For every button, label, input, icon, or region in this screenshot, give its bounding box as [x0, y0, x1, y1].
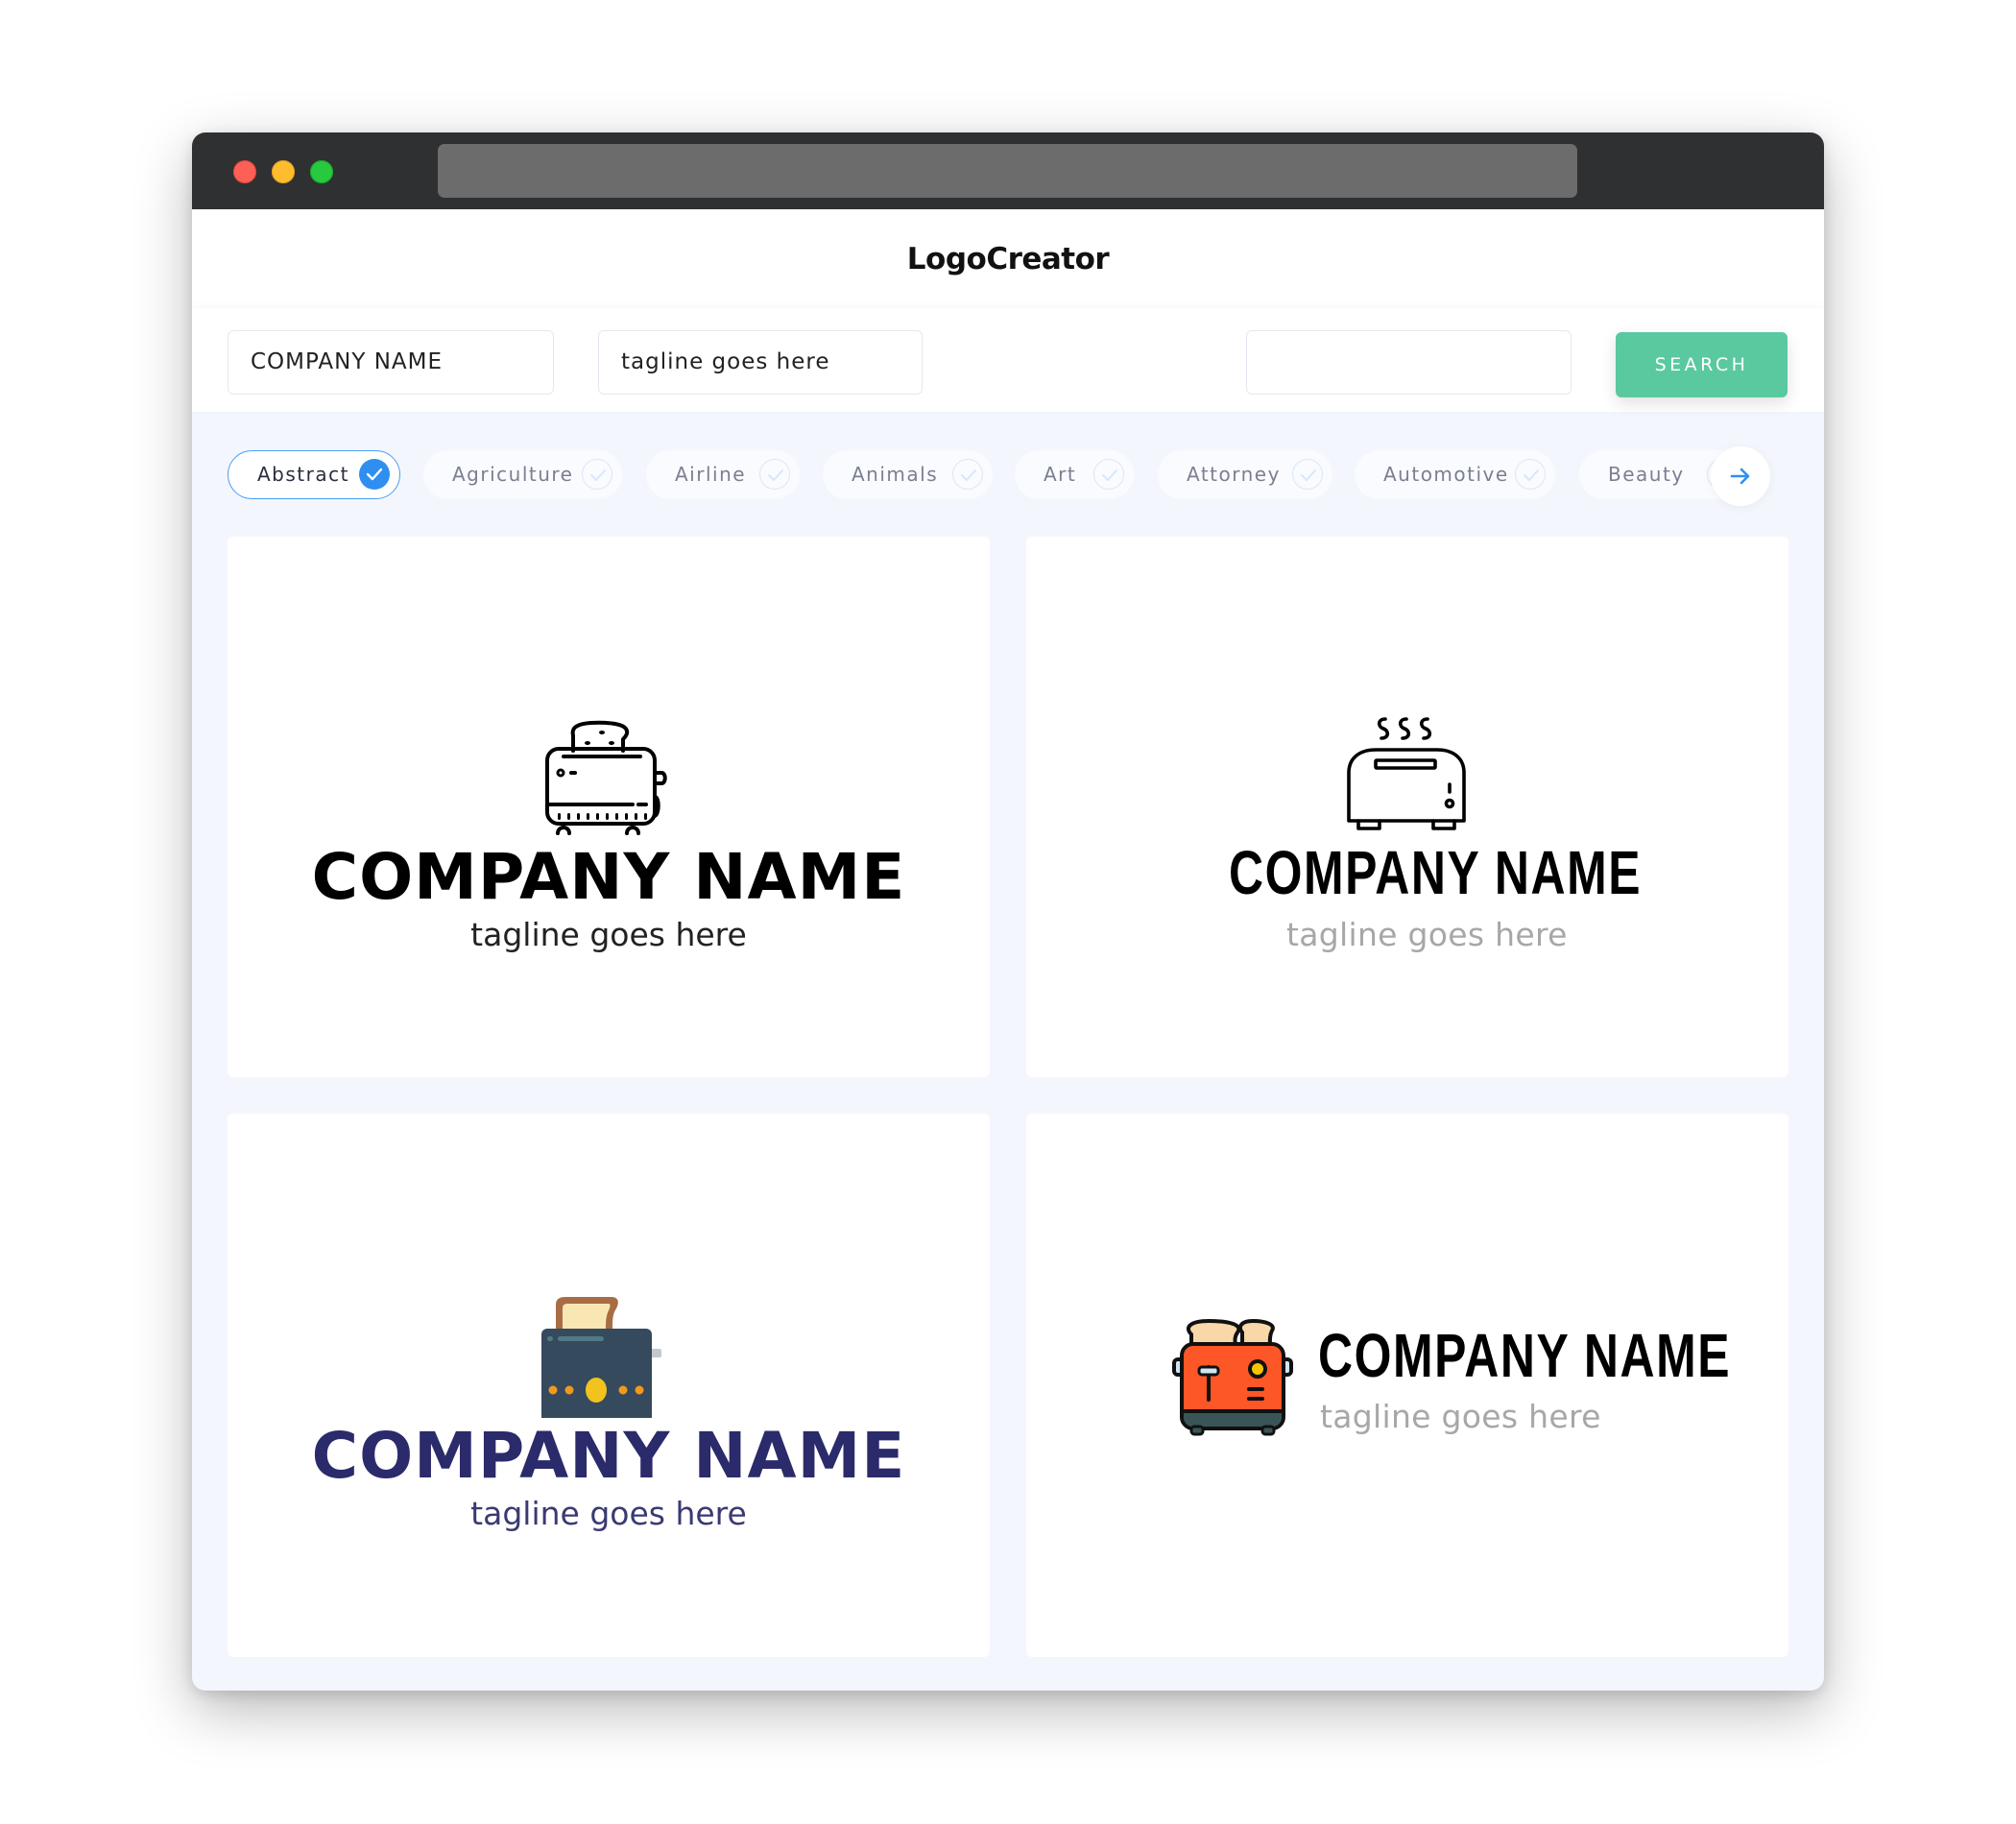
logo-company-name: COMPANY NAME: [1229, 838, 1643, 907]
address-bar[interactable]: [438, 144, 1577, 198]
check-icon: [1093, 459, 1124, 490]
toaster-flat-navy-icon: [540, 1293, 664, 1423]
search-button[interactable]: SEARCH: [1616, 332, 1788, 397]
check-icon: [359, 459, 390, 490]
check-icon: [1292, 459, 1323, 490]
logo-tagline: tagline goes here: [470, 916, 747, 953]
company-name-input[interactable]: COMPANY NAME: [228, 330, 554, 395]
browser-titlebar: [192, 132, 1824, 209]
logo-company-name: COMPANY NAME: [1318, 1321, 1732, 1390]
logo-tagline: tagline goes here: [1320, 1398, 1601, 1435]
category-chip-label: Animals: [852, 463, 939, 486]
category-chip-label: Attorney: [1187, 463, 1281, 486]
steaming-toaster-outline-icon: [1347, 715, 1467, 841]
check-icon: [1515, 459, 1546, 490]
tagline-input[interactable]: tagline goes here: [598, 330, 923, 395]
category-chip-attorney[interactable]: Attorney: [1158, 450, 1332, 499]
maximize-window-button[interactable]: [310, 160, 333, 183]
category-filter-bar: Abstract Agriculture Airline Animals Art…: [192, 412, 1824, 513]
logo-card[interactable]: COMPANY NAME tagline goes here: [1026, 537, 1788, 1077]
toaster-red-filled-icon: [1170, 1317, 1295, 1442]
check-icon: [952, 459, 983, 490]
keyword-input[interactable]: [1246, 330, 1572, 395]
check-icon: [759, 459, 790, 490]
category-chip-label: Automotive: [1383, 463, 1509, 486]
toaster-outline-icon: [544, 720, 669, 840]
category-chip-automotive[interactable]: Automotive: [1355, 450, 1555, 499]
category-chip-animals[interactable]: Animals: [823, 450, 993, 499]
category-chip-label: Abstract: [257, 463, 349, 486]
logo-card[interactable]: COMPANY NAME tagline goes here: [1026, 1114, 1788, 1657]
scroll-categories-right-button[interactable]: [1711, 446, 1770, 506]
category-chip-art[interactable]: Art: [1015, 450, 1134, 499]
category-chip-agriculture[interactable]: Agriculture: [423, 450, 622, 499]
search-bar: COMPANY NAME tagline goes here SEARCH: [192, 308, 1824, 412]
app-header: LogoCreator: [192, 209, 1824, 308]
browser-window: LogoCreator COMPANY NAME tagline goes he…: [192, 132, 1824, 1691]
category-chip-abstract[interactable]: Abstract: [228, 450, 400, 499]
category-chip-label: Airline: [675, 463, 747, 486]
category-chip-label: Beauty: [1608, 463, 1685, 486]
logo-card[interactable]: COMPANY NAME tagline goes here: [228, 537, 990, 1077]
minimize-window-button[interactable]: [272, 160, 295, 183]
brand-logo[interactable]: LogoCreator: [192, 242, 1824, 276]
category-chip-label: Art: [1044, 463, 1077, 486]
logo-tagline: tagline goes here: [470, 1495, 747, 1532]
check-icon: [582, 459, 612, 490]
logo-tagline: tagline goes here: [1286, 916, 1568, 953]
category-chip-airline[interactable]: Airline: [646, 450, 800, 499]
category-chip-label: Agriculture: [452, 463, 574, 486]
logo-company-name: COMPANY NAME: [311, 1419, 906, 1493]
logo-company-name: COMPANY NAME: [311, 840, 906, 914]
logo-card[interactable]: COMPANY NAME tagline goes here: [228, 1114, 990, 1657]
close-window-button[interactable]: [233, 160, 256, 183]
